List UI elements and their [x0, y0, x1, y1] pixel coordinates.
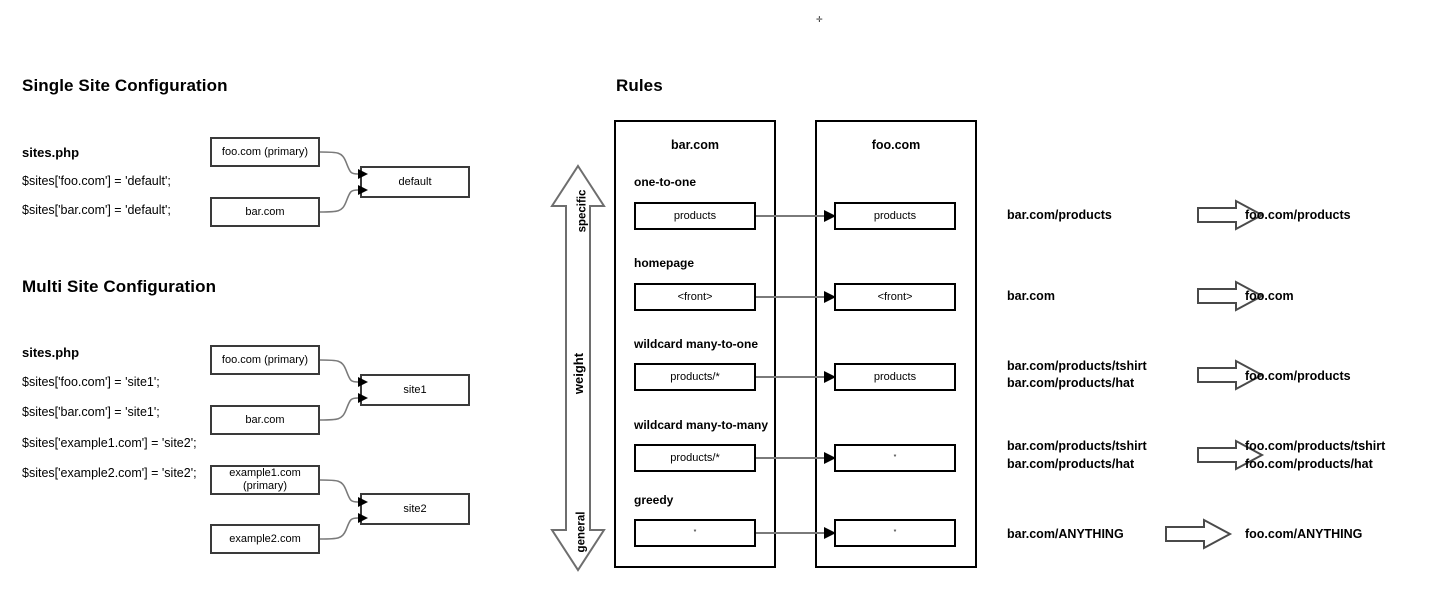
rule-label-greedy: greedy [634, 493, 674, 507]
rule-label-homepage: homepage [634, 256, 695, 270]
rule-arrow-icon [756, 210, 836, 222]
example-to-text: foo.com/products/tshirt [1245, 439, 1386, 453]
example-to-text: foo.com/products [1245, 369, 1351, 383]
multi-site-source-box: example1.com (primary) [210, 465, 320, 495]
multi-site-connectors-group2 [319, 479, 368, 540]
single-site-file-label: sites.php [22, 145, 80, 160]
example-from-text: bar.com/products [1007, 208, 1112, 222]
rule-source-box: * [634, 519, 756, 547]
target-site-panel [815, 120, 977, 568]
rule-target-box: * [834, 444, 956, 472]
multi-site-code-line: $sites['bar.com'] = 'site1'; [22, 405, 160, 419]
rule-arrow-icon [756, 527, 836, 539]
example-from-text: bar.com/products/tshirt [1007, 439, 1147, 453]
multi-site-code-line: $sites['example2.com'] = 'site2'; [22, 466, 197, 480]
target-panel-title: foo.com [871, 138, 921, 152]
example-from-text: bar.com/products/hat [1007, 376, 1135, 390]
example-to-text: foo.com/ANYTHING [1245, 527, 1363, 541]
rule-source-box: products/* [634, 363, 756, 391]
rules-title: Rules [616, 76, 663, 95]
example-block-arrow-icon [1165, 518, 1233, 550]
rule-target-box: * [834, 519, 956, 547]
rule-arrow-icon [756, 452, 836, 464]
single-site-code-line: $sites['foo.com'] = 'default'; [22, 174, 171, 188]
single-site-target-box: default [360, 166, 470, 198]
example-from-text: bar.com/products/hat [1007, 457, 1135, 471]
source-panel-title: bar.com [671, 138, 719, 152]
multi-site-source-box: example2.com [210, 524, 320, 554]
rule-label-wildcard-many-to-one: wildcard many-to-one [634, 337, 759, 351]
example-to-text: foo.com [1245, 289, 1294, 303]
multi-site-file-label: sites.php [22, 345, 80, 360]
example-from-text: bar.com/products/tshirt [1007, 359, 1147, 373]
single-site-source-box: foo.com (primary) [210, 137, 320, 167]
example-from-text: bar.com/ANYTHING [1007, 527, 1124, 541]
rule-source-box: <front> [634, 283, 756, 311]
multi-site-code-line: $sites['foo.com'] = 'site1'; [22, 375, 160, 389]
rule-target-box: <front> [834, 283, 956, 311]
weight-axis-top-label: specific [576, 189, 589, 233]
example-to-text: foo.com/products [1245, 208, 1351, 222]
stray-mark-icon: ✛ [816, 15, 823, 24]
single-site-title: Single Site Configuration [22, 76, 228, 95]
example-to-text: foo.com/products/hat [1245, 457, 1373, 471]
diagram-canvas: ✛ Single Site Configuration sites.php $s… [0, 0, 1434, 592]
multi-site-target-box: site1 [360, 374, 470, 406]
multi-site-source-box: bar.com [210, 405, 320, 435]
rule-label-one-to-one: one-to-one [634, 175, 696, 189]
rule-target-box: products [834, 363, 956, 391]
single-site-source-box: bar.com [210, 197, 320, 227]
multi-site-title: Multi Site Configuration [22, 277, 217, 296]
multi-site-target-box: site2 [360, 493, 470, 525]
weight-axis-bottom-label: general [575, 511, 588, 553]
multi-site-source-box: foo.com (primary) [210, 345, 320, 375]
rule-source-box: products/* [634, 444, 756, 472]
rule-target-box: products [834, 202, 956, 230]
example-from-text: bar.com [1007, 289, 1055, 303]
rule-source-box: products [634, 202, 756, 230]
single-site-connectors [319, 151, 368, 213]
weight-axis-middle-label: weight [571, 352, 587, 395]
multi-site-connectors-group1 [319, 359, 368, 421]
multi-site-code-line: $sites['example1.com'] = 'site2'; [22, 436, 197, 450]
rule-label-wildcard-many-to-many: wildcard many-to-many [634, 418, 769, 432]
rule-arrow-icon [756, 291, 836, 303]
single-site-code-line: $sites['bar.com'] = 'default'; [22, 203, 171, 217]
rule-arrow-icon [756, 371, 836, 383]
